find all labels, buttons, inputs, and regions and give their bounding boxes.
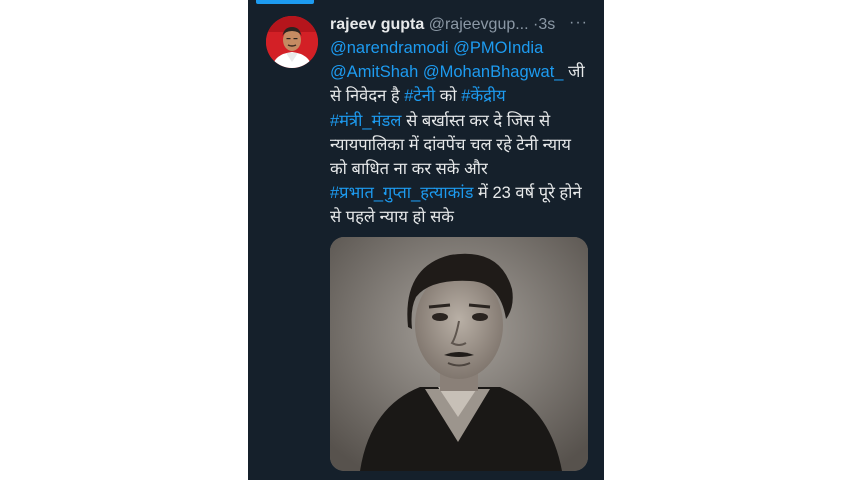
tweet-line: से पहले न्याय हो सके [330, 208, 454, 227]
mention-link[interactable]: @PMOIndia [453, 39, 543, 57]
portrait-image [330, 237, 588, 471]
mention-link[interactable]: @narendramodi [330, 39, 449, 57]
tweet-text-segment: जी [568, 63, 585, 82]
tweet-photo[interactable] [330, 237, 588, 471]
hashtag-link[interactable]: #टेनी [404, 87, 435, 105]
tweet-line: को बाधित ना कर सके और [330, 160, 488, 179]
mention-link[interactable]: @AmitShah [330, 63, 418, 81]
tweet-text-segment: में 23 वर्ष पूरे होने [478, 184, 582, 203]
author-handle[interactable]: @rajeevgup... [429, 16, 529, 33]
tweet-time[interactable]: 3s [538, 16, 555, 33]
tweet-line: न्यायपालिका में दांवपेंच चल रहे टेनी न्य… [330, 135, 571, 154]
tweet-text-segment: से निवेदन है [330, 87, 400, 106]
tweet-line: #मंत्री_मंडल से बर्खास्त कर दे जिस से [330, 109, 596, 133]
hashtag-link[interactable]: #मंत्री_मंडल [330, 112, 401, 130]
author-name[interactable]: rajeev gupta [330, 16, 424, 33]
tweet-text-segment: से बर्खास्त कर दे जिस से [406, 111, 551, 130]
tweet-line: से निवेदन है #टेनी को #केंद्रीय [330, 84, 596, 108]
mention-link[interactable]: @MohanBhagwat_ [423, 63, 564, 81]
hashtag-link[interactable]: #केंद्रीय [461, 87, 505, 105]
more-dots-icon[interactable]: ··· [569, 14, 588, 32]
tweet-line: #प्रभात_गुप्ता_हत्याकांड में 23 वर्ष पूर… [330, 181, 596, 205]
tweet-line: @AmitShah @MohanBhagwat_ जी [330, 60, 596, 84]
tweet-line: @narendramodi @PMOIndia [330, 36, 596, 60]
tweet-screen: rajeev gupta @rajeevgup... ·3s ··· @nare… [248, 0, 604, 480]
tweet-text-segment: को [439, 87, 457, 106]
avatar-portrait [266, 16, 318, 68]
tweet-text: @narendramodi @PMOIndia @AmitShah @Mohan… [330, 36, 596, 230]
active-tab-indicator [256, 0, 314, 4]
tweet-header: rajeev gupta @rajeevgup... ·3s [330, 14, 592, 36]
avatar[interactable] [266, 16, 318, 68]
hashtag-link[interactable]: #प्रभात_गुप्ता_हत्याकांड [330, 184, 473, 202]
